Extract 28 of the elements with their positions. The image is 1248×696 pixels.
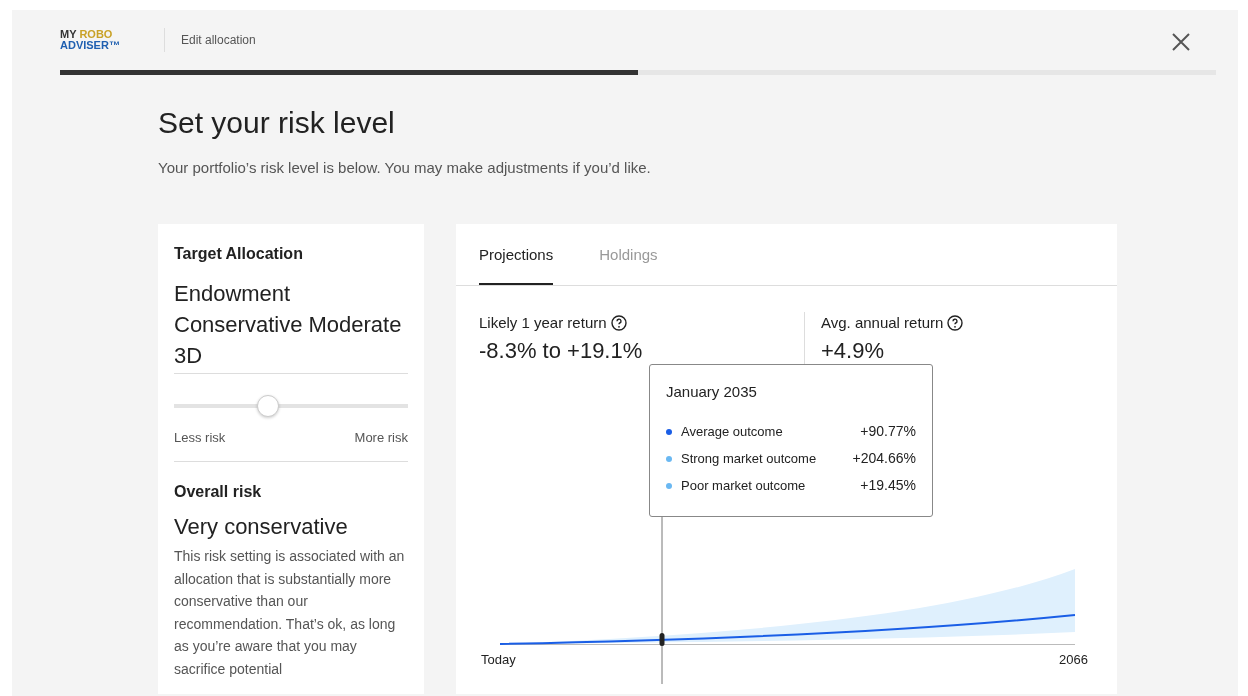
stat-value: +4.9% bbox=[821, 337, 885, 365]
logo: MY ROBO ADVISER™ bbox=[60, 27, 121, 53]
stat-label: Avg. annual return bbox=[821, 312, 944, 333]
stat-value: -8.3% to +19.1% bbox=[479, 337, 644, 365]
slider-thumb[interactable] bbox=[256, 394, 279, 417]
series-label: Poor market outcome bbox=[681, 476, 806, 495]
series-value: +19.45% bbox=[860, 476, 916, 495]
series-label: Strong market outcome bbox=[681, 449, 817, 468]
tab[interactable]: Projections bbox=[479, 223, 554, 285]
slider-min-label: Less risk bbox=[174, 428, 226, 447]
stat-label: Likely 1 year return bbox=[479, 312, 607, 333]
section-label: Target Allocation bbox=[174, 243, 304, 264]
page-heading: Set your risk level bbox=[158, 105, 396, 141]
page-subheading: Your portfolio’s risk level is below. You may make adjustments if you’d like. bbox=[158, 158, 652, 178]
help-icon[interactable] bbox=[610, 314, 627, 331]
allocation-name: Endowment Conservative Moderate 3D bbox=[174, 277, 408, 374]
slider-max-label: More risk bbox=[354, 428, 408, 447]
series-label: Average outcome bbox=[681, 422, 783, 441]
series-value: +90.77% bbox=[860, 422, 916, 441]
page-title: Edit allocation bbox=[181, 32, 256, 49]
section-label: Overall risk bbox=[174, 482, 263, 502]
help-icon[interactable] bbox=[947, 314, 964, 331]
axis-label: Today bbox=[481, 650, 516, 669]
risk-description: This risk setting is associated with an allocation that is substantially more conservative than our recommendation. That’s ok, as long as you’re aware that you may sacrifice potential bbox=[174, 547, 406, 679]
series-value: +204.66% bbox=[852, 449, 916, 468]
tooltip-title: January 2035 bbox=[666, 381, 758, 402]
axis-label: 2066 bbox=[1059, 650, 1088, 669]
risk-value: Very conservative bbox=[174, 513, 349, 541]
